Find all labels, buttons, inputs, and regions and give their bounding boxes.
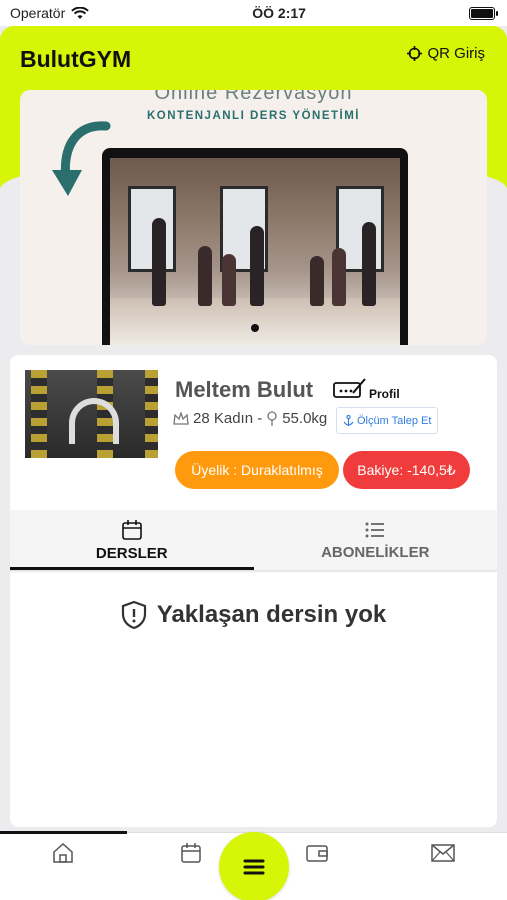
weight-value: 55.0kg	[282, 410, 328, 427]
status-bar: Operatör ÖÖ 2:17	[0, 0, 507, 26]
nav-active-indicator	[0, 831, 127, 834]
crosshair-icon	[406, 46, 422, 61]
home-icon	[53, 842, 73, 863]
edit-profile-icon	[333, 378, 366, 398]
menu-button[interactable]	[219, 832, 289, 900]
profile-label: Profil	[369, 387, 400, 401]
clock: ÖÖ 2:17	[252, 5, 306, 21]
qr-login-button[interactable]: QR Giriş	[406, 45, 486, 62]
tab-lessons-label: DERSLER	[95, 544, 168, 562]
measurement-request-button[interactable]: Ölçüm Talep Et	[336, 407, 439, 434]
profile-button[interactable]: Profil	[333, 377, 400, 401]
carrier-label: Operatör	[10, 5, 66, 21]
app-title: BulutGYM	[20, 46, 132, 72]
laptop-image	[102, 148, 408, 345]
profile-card: Meltem Bulut Profil 28 Kadın - 55.0kg Öl…	[10, 355, 497, 827]
tab-bar: DERSLER ABONELİKLER	[10, 510, 497, 570]
nav-calendar[interactable]	[178, 841, 204, 865]
tab-lessons[interactable]: DERSLER	[10, 510, 254, 570]
carousel-indicator[interactable]	[251, 324, 259, 332]
tab-subscriptions[interactable]: ABONELİKLER	[254, 510, 498, 570]
promo-banner[interactable]: Online Rezervasyon KONTENJANLI DERS YÖNE…	[20, 90, 487, 345]
balance-badge[interactable]: Bakiye: -140,5₺	[343, 451, 470, 489]
anchor-icon	[343, 414, 354, 426]
wifi-icon	[71, 6, 90, 19]
weight-pin-icon	[267, 410, 277, 426]
calendar-icon	[121, 519, 142, 540]
nav-messages[interactable]	[430, 841, 456, 865]
member-stats: 28 Kadın - 55.0kg	[173, 410, 327, 427]
qr-login-label: QR Giriş	[427, 45, 486, 62]
calendar-icon	[181, 843, 201, 863]
gym-class-photo	[110, 158, 400, 345]
member-name: Meltem Bulut	[175, 377, 314, 402]
measurement-request-label: Ölçüm Talep Et	[357, 414, 432, 427]
envelope-icon	[431, 844, 455, 862]
age-gender: 28 Kadın -	[193, 410, 263, 427]
shield-alert-icon	[121, 600, 146, 630]
tab-subscriptions-label: ABONELİKLER	[321, 543, 430, 561]
list-icon	[365, 522, 385, 537]
wallet-icon	[306, 845, 328, 862]
nav-wallet[interactable]	[304, 841, 330, 865]
crown-icon	[173, 411, 189, 425]
battery-icon	[468, 6, 498, 20]
empty-state: Yaklaşan dersin yok	[10, 600, 497, 630]
banner-top-text: Online Rezervasyon	[154, 90, 353, 104]
profile-photo	[25, 370, 158, 458]
hamburger-icon	[243, 859, 265, 875]
carrier-wifi: Operatör	[10, 5, 90, 21]
nav-home[interactable]	[50, 841, 76, 865]
tab-divider	[10, 570, 497, 573]
membership-status-badge[interactable]: Üyelik : Duraklatılmış	[175, 451, 339, 489]
empty-state-message: Yaklaşan dersin yok	[156, 601, 387, 628]
